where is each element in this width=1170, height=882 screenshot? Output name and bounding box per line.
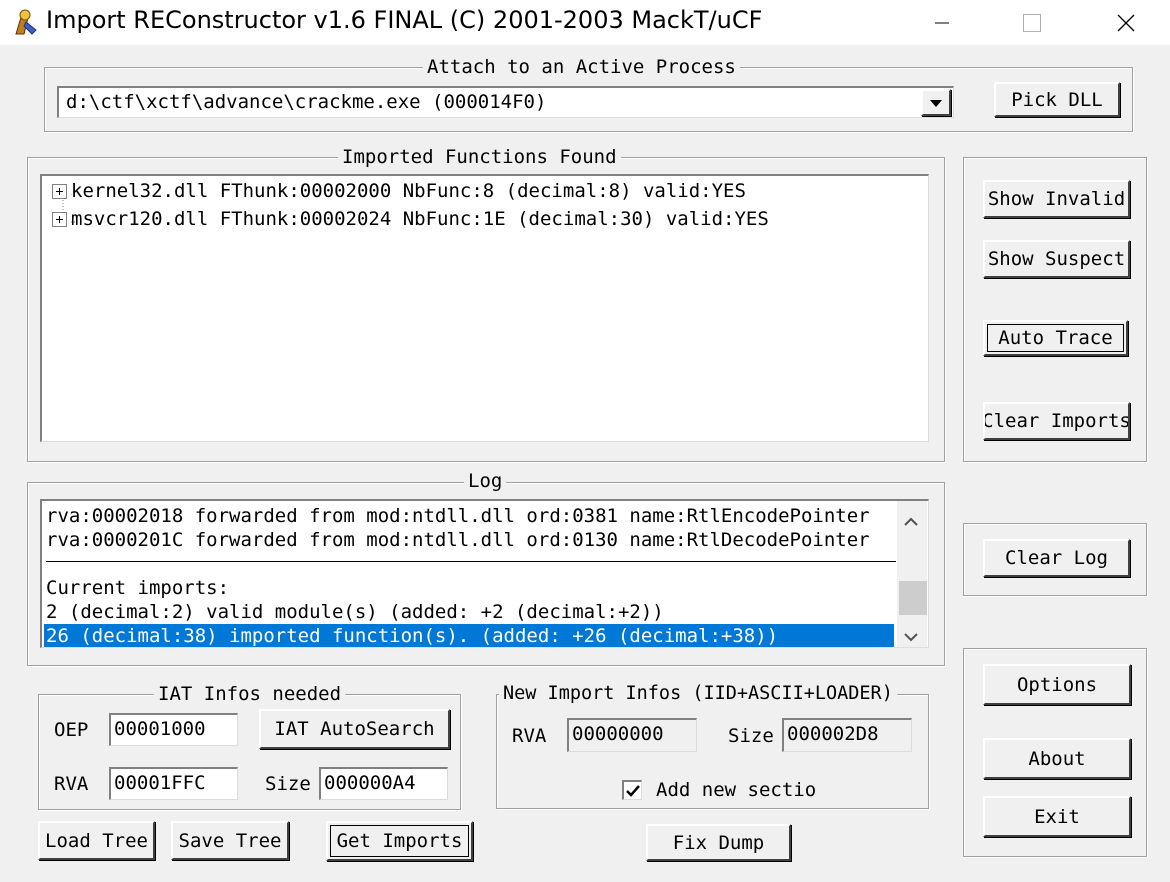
expand-icon[interactable] xyxy=(52,212,67,227)
tree-item[interactable]: msvcr120.dll FThunk:00002024 NbFunc:1E (… xyxy=(52,205,769,233)
log-separator xyxy=(46,561,896,562)
log-line: rva:00002018 forwarded from mod:ntdll.dl… xyxy=(46,505,870,527)
imported-legend: Imported Functions Found xyxy=(338,146,621,168)
add-section-label: Add new sectio xyxy=(656,779,817,801)
oep-input[interactable]: 00001000 xyxy=(109,713,238,746)
rva-label: RVA xyxy=(54,773,89,795)
check-icon xyxy=(625,784,640,797)
chevron-down-icon xyxy=(904,633,918,642)
imports-tree[interactable]: kernel32.dll FThunk:00002000 NbFunc:8 (d… xyxy=(40,174,929,442)
clear-log-button[interactable]: Clear Log xyxy=(983,539,1130,577)
load-tree-button[interactable]: Load Tree xyxy=(38,821,155,860)
log-line: rva:0000201C forwarded from mod:ntdll.dl… xyxy=(46,529,870,551)
about-button[interactable]: About xyxy=(983,738,1131,779)
save-tree-button[interactable]: Save Tree xyxy=(171,821,289,860)
log-scrollbar[interactable] xyxy=(897,501,927,647)
expand-icon[interactable] xyxy=(52,184,67,199)
clear-imports-button[interactable]: Clear Imports xyxy=(983,402,1130,440)
get-imports-button[interactable]: Get Imports xyxy=(326,821,473,861)
size-label: Size xyxy=(265,773,311,795)
new-rva-label: RVA xyxy=(512,725,547,747)
process-dropdown-button[interactable] xyxy=(921,89,951,116)
show-invalid-button[interactable]: Show Invalid xyxy=(983,180,1130,218)
maximize-button[interactable] xyxy=(1004,0,1060,45)
attach-legend: Attach to an Active Process xyxy=(423,56,740,78)
scroll-thumb[interactable] xyxy=(899,581,927,615)
auto-trace-button[interactable]: Auto Trace xyxy=(983,320,1128,356)
iat-autosearch-button[interactable]: IAT AutoSearch xyxy=(259,709,450,749)
pick-dll-button[interactable]: Pick DLL xyxy=(994,82,1120,117)
log-legend: Log xyxy=(464,470,507,492)
options-button[interactable]: Options xyxy=(983,664,1131,705)
process-value: d:\ctf\xctf\advance\crackme.exe (000014F… xyxy=(66,91,547,113)
process-combo[interactable]: d:\ctf\xctf\advance\crackme.exe (000014F… xyxy=(57,86,954,118)
app-icon xyxy=(10,8,40,38)
minimize-icon xyxy=(935,22,949,23)
log-line: Current imports: xyxy=(46,577,230,599)
size-input[interactable]: 000000A4 xyxy=(319,767,448,800)
rva-input[interactable]: 00001FFC xyxy=(109,767,238,800)
add-section-checkbox[interactable] xyxy=(622,780,642,800)
log-list[interactable]: rva:00002018 forwarded from mod:ntdll.dl… xyxy=(40,499,929,648)
new-import-legend: New Import Infos (IID+ASCII+LOADER) xyxy=(499,683,897,705)
close-button[interactable] xyxy=(1098,0,1154,45)
scroll-down-button[interactable] xyxy=(903,626,919,647)
oep-label: OEP xyxy=(54,719,89,741)
new-size-label: Size xyxy=(728,725,774,747)
chevron-down-icon xyxy=(930,99,942,107)
fix-dump-button[interactable]: Fix Dump xyxy=(646,824,791,861)
tree-item[interactable]: kernel32.dll FThunk:00002000 NbFunc:8 (d… xyxy=(52,177,746,205)
close-icon xyxy=(1117,14,1135,31)
log-line: 2 (decimal:2) valid module(s) (added: +2… xyxy=(46,601,664,623)
new-size-input[interactable]: 000002D8 xyxy=(782,718,912,752)
title-bar[interactable]: Import REConstructor v1.6 FINAL (C) 2001… xyxy=(0,0,1170,45)
maximize-icon xyxy=(1023,13,1041,32)
new-rva-input[interactable]: 00000000 xyxy=(567,718,697,752)
chevron-up-icon xyxy=(904,517,918,526)
minimize-button[interactable] xyxy=(914,0,970,45)
iat-legend: IAT Infos needed xyxy=(154,683,346,705)
scroll-up-button[interactable] xyxy=(903,511,919,533)
window-title: Import REConstructor v1.6 FINAL (C) 2001… xyxy=(46,6,763,34)
show-suspect-button[interactable]: Show Suspect xyxy=(983,240,1130,278)
log-line-selected: 26 (decimal:38) imported function(s). (a… xyxy=(44,624,894,647)
exit-button[interactable]: Exit xyxy=(983,796,1131,837)
